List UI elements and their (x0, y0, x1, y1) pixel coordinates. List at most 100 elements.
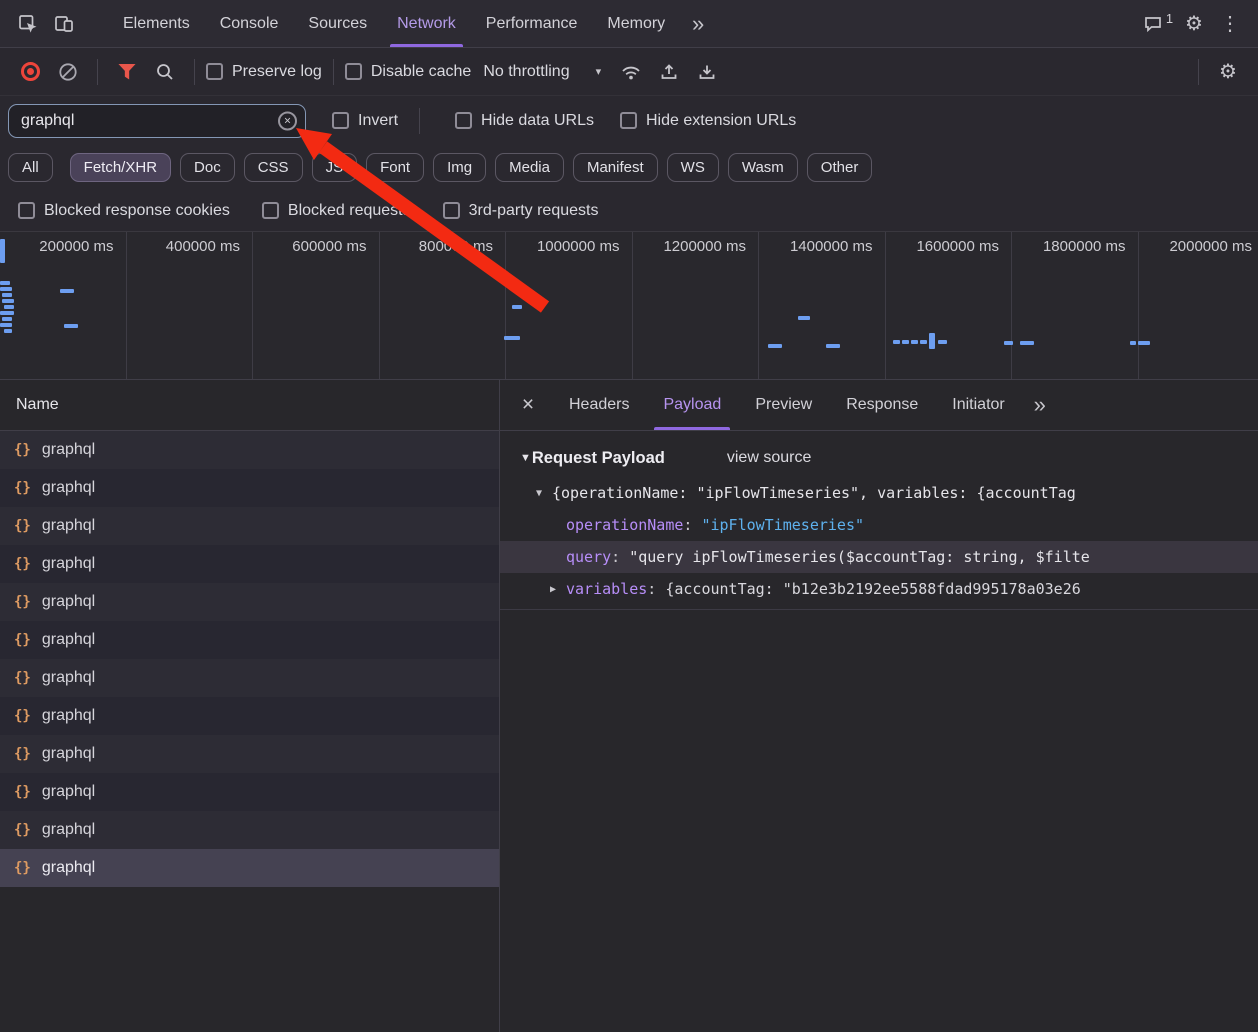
timeline-column: 600000 ms (253, 232, 380, 379)
request-name: graphql (42, 821, 95, 839)
tab-sources[interactable]: Sources (293, 0, 382, 47)
type-filter-font[interactable]: Font (366, 153, 424, 182)
network-overview-timeline[interactable]: 200000 ms400000 ms600000 ms800000 ms1000… (0, 232, 1258, 380)
checkbox-3rd-party-requests[interactable]: 3rd-party requests (443, 202, 599, 220)
type-filter-js[interactable]: JS (312, 153, 358, 182)
hide-extension-urls-checkbox[interactable]: Hide extension URLs (620, 112, 796, 130)
search-icon (155, 62, 175, 82)
detail-tab-preview[interactable]: Preview (738, 380, 829, 430)
request-row[interactable]: {}graphql (0, 469, 499, 507)
expand-triangle-icon: ▼ (536, 488, 552, 499)
request-name: graphql (42, 859, 95, 877)
request-row[interactable]: {}graphql (0, 811, 499, 849)
waterfall-mark (902, 340, 909, 344)
name-column-header[interactable]: Name (0, 380, 499, 431)
checkbox-blocked-response-cookies[interactable]: Blocked response cookies (18, 202, 230, 220)
disable-cache-checkbox[interactable]: Disable cache (345, 63, 472, 81)
request-payload-section[interactable]: ▼ Request Payload view source (500, 439, 1258, 477)
type-filter-css[interactable]: CSS (244, 153, 303, 182)
timeline-column: 800000 ms (380, 232, 507, 379)
settings-gear-icon[interactable]: ⚙ (1176, 6, 1212, 42)
checkbox-box-icon (443, 202, 460, 219)
type-filter-img[interactable]: Img (433, 153, 486, 182)
type-filter-manifest[interactable]: Manifest (573, 153, 658, 182)
inspect-element-icon (18, 14, 38, 34)
throttling-value: No throttling (483, 63, 569, 81)
detail-tab-headers[interactable]: Headers (552, 380, 646, 430)
import-har-button[interactable] (651, 54, 687, 90)
request-row[interactable]: {}graphql (0, 735, 499, 773)
request-row[interactable]: {}graphql (0, 697, 499, 735)
request-row[interactable]: {}graphql (0, 507, 499, 545)
search-button[interactable] (147, 54, 183, 90)
tab-network[interactable]: Network (382, 0, 471, 47)
clear-filter-icon[interactable]: × (278, 111, 297, 130)
record-icon (21, 62, 40, 81)
checkbox-box-icon (332, 112, 349, 129)
timeline-label: 2000000 ms (1169, 238, 1252, 255)
checkbox-box-icon (206, 63, 223, 80)
tab-memory[interactable]: Memory (592, 0, 680, 47)
payload-value: {accountTag: "b12e3b2192ee5588fdad995178… (665, 580, 1080, 598)
request-row[interactable]: {}graphql (0, 659, 499, 697)
json-braces-icon: {} (14, 860, 31, 876)
request-row[interactable]: {}graphql (0, 431, 499, 469)
request-row[interactable]: {}graphql (0, 773, 499, 811)
payload-summary-row[interactable]: ▼ {operationName: "ipFlowTimeseries", va… (500, 477, 1258, 509)
request-name: graphql (42, 669, 95, 687)
tab-elements[interactable]: Elements (108, 0, 205, 47)
divider (333, 59, 334, 85)
request-row[interactable]: {}graphql (0, 583, 499, 621)
network-settings-gear-icon[interactable]: ⚙ (1210, 54, 1246, 90)
throttling-select[interactable]: No throttling ▾ (473, 63, 611, 81)
type-filter-ws[interactable]: WS (667, 153, 719, 182)
hide-data-urls-checkbox[interactable]: Hide data URLs (455, 112, 594, 130)
json-braces-icon: {} (14, 480, 31, 496)
checkbox-blocked-requests[interactable]: Blocked requests (262, 202, 411, 220)
record-network-log-button[interactable] (12, 54, 48, 90)
network-filter-input[interactable] (8, 104, 306, 138)
waterfall-mark (1138, 341, 1150, 345)
waterfall-mark (512, 305, 522, 309)
type-filter-wasm[interactable]: Wasm (728, 153, 798, 182)
timeline-label: 1600000 ms (916, 238, 999, 255)
network-conditions-button[interactable] (613, 54, 649, 90)
export-har-button[interactable] (689, 54, 725, 90)
detail-tab-response[interactable]: Response (829, 380, 935, 430)
detail-tab-initiator[interactable]: Initiator (935, 380, 1021, 430)
preserve-log-checkbox[interactable]: Preserve log (206, 63, 322, 81)
request-row[interactable]: {}graphql (0, 621, 499, 659)
hide-data-urls-label: Hide data URLs (481, 112, 594, 130)
invert-checkbox[interactable]: Invert (332, 112, 398, 130)
waterfall-mark (0, 281, 10, 285)
json-braces-icon: {} (14, 518, 31, 534)
payload-row-variables[interactable]: ▶ variables: {accountTag: "b12e3b2192ee5… (500, 573, 1258, 605)
checkbox-box-icon (262, 202, 279, 219)
tab-performance[interactable]: Performance (471, 0, 593, 47)
filter-toggle-button[interactable] (109, 54, 145, 90)
close-details-button[interactable]: × (504, 387, 552, 423)
type-filter-all[interactable]: All (8, 153, 53, 182)
type-filter-other[interactable]: Other (807, 153, 873, 182)
inspect-element-button[interactable] (10, 6, 46, 42)
payload-row-query[interactable]: query: "query ipFlowTimeseries($accountT… (500, 541, 1258, 573)
payload-key: query (566, 548, 611, 566)
more-tabs-chevron-icon[interactable]: » (680, 6, 716, 42)
console-messages-button[interactable]: 1 (1140, 6, 1176, 42)
devtools-tab-bar: ElementsConsoleSourcesNetworkPerformance… (0, 0, 1258, 48)
detail-tab-payload[interactable]: Payload (646, 380, 738, 430)
type-filter-fetch-xhr[interactable]: Fetch/XHR (70, 153, 171, 182)
payload-row-operation-name[interactable]: operationName: "ipFlowTimeseries" (500, 509, 1258, 541)
tab-console[interactable]: Console (205, 0, 294, 47)
request-row[interactable]: {}graphql (0, 545, 499, 583)
message-bubble-icon (1143, 14, 1163, 34)
type-filter-doc[interactable]: Doc (180, 153, 235, 182)
request-row[interactable]: {} graphql (0, 849, 499, 887)
view-source-link[interactable]: view source (727, 449, 811, 467)
kebab-menu-icon[interactable]: ⋮ (1212, 6, 1248, 42)
details-more-tabs-chevron-icon[interactable]: » (1022, 387, 1058, 423)
clear-network-log-button[interactable] (50, 54, 86, 90)
type-filter-media[interactable]: Media (495, 153, 564, 182)
json-braces-icon: {} (14, 556, 31, 572)
device-toolbar-button[interactable] (46, 6, 82, 42)
